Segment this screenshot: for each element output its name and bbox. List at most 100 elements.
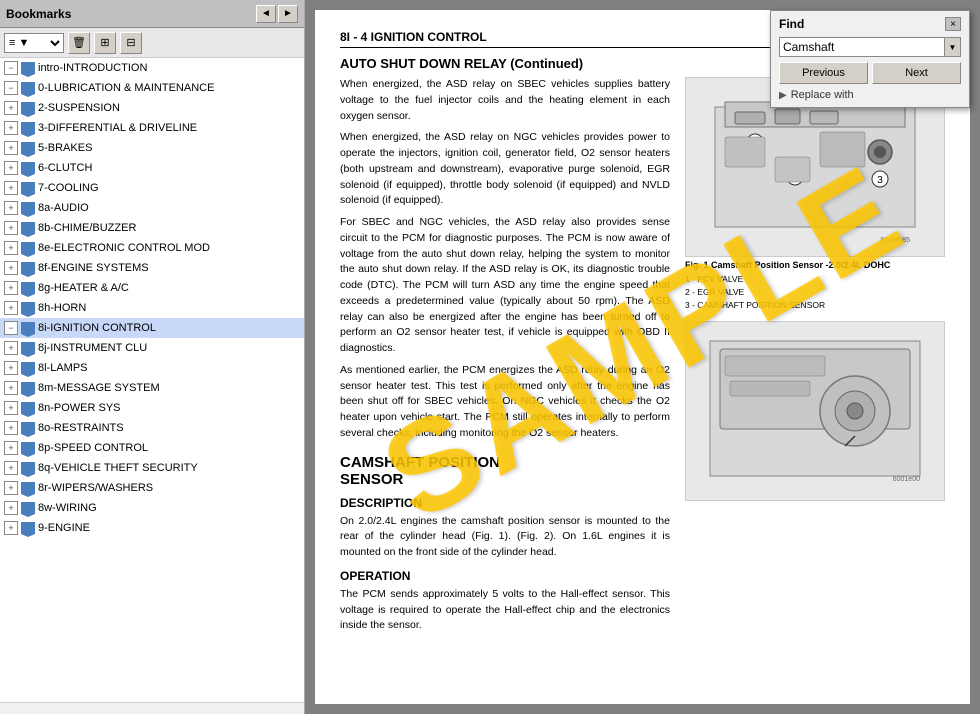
bookmark-item-8h[interactable]: +8h-HORN (0, 298, 304, 318)
bookmark-item-8a[interactable]: +8a-AUDIO (0, 198, 304, 218)
expand-icon[interactable]: + (4, 521, 18, 535)
bookmark-label: 8j-INSTRUMENT CLU (38, 342, 147, 354)
bookmark-label: 9-ENGINE (38, 522, 90, 534)
expand-icon[interactable]: + (4, 261, 18, 275)
bookmark-item-5[interactable]: +5-BRAKES (0, 138, 304, 158)
replace-label: Replace with (791, 89, 854, 101)
delete-button[interactable]: 🗑 (68, 32, 90, 54)
properties-button[interactable]: ⊞ (94, 32, 116, 54)
nav-forward-button[interactable]: ► (278, 5, 298, 23)
expand-icon[interactable]: + (4, 461, 18, 475)
bookmark-label: 2-SUSPENSION (38, 102, 120, 114)
bookmark-icon (21, 402, 35, 414)
bookmark-item-8w[interactable]: +8w-WIRING (0, 498, 304, 518)
find-dropdown-arrow[interactable]: ▼ (945, 37, 961, 57)
bookmark-item-8l[interactable]: +8l-LAMPS (0, 358, 304, 378)
expand-icon[interactable]: + (4, 281, 18, 295)
expand-icon[interactable]: + (4, 241, 18, 255)
options-button[interactable]: ⊟ (120, 32, 142, 54)
sidebar-scrollbar-bottom (0, 702, 304, 714)
expand-icon[interactable]: + (4, 501, 18, 515)
bookmark-item-intro[interactable]: −intro-INTRODUCTION (0, 58, 304, 78)
bookmark-item-9[interactable]: +9-ENGINE (0, 518, 304, 538)
expand-icon[interactable]: + (4, 441, 18, 455)
bookmark-label: 8q-VEHICLE THEFT SECURITY (38, 462, 198, 474)
expand-icon[interactable]: + (4, 301, 18, 315)
engine-diagram-2-svg: 6001e00 (695, 331, 935, 491)
bookmark-label: 8b-CHIME/BUZZER (38, 222, 136, 234)
expand-icon[interactable]: + (4, 161, 18, 175)
bookmark-icon (21, 202, 35, 214)
bookmark-label: 8i-IGNITION CONTROL (38, 322, 156, 334)
find-close-button[interactable]: × (945, 17, 961, 31)
bookmark-item-2[interactable]: +2-SUSPENSION (0, 98, 304, 118)
expand-icon[interactable]: + (4, 481, 18, 495)
bookmark-item-8j[interactable]: +8j-INSTRUMENT CLU (0, 338, 304, 358)
bookmark-label: 0-LUBRICATION & MAINTENANCE (38, 82, 214, 94)
bookmark-item-8p[interactable]: +8p-SPEED CONTROL (0, 438, 304, 458)
expand-icon[interactable]: + (4, 141, 18, 155)
bookmark-item-0[interactable]: − 0-LUBRICATION & MAINTENANCE (0, 78, 304, 98)
bookmark-item-8r[interactable]: +8r-WIPERS/WASHERS (0, 478, 304, 498)
bookmark-item-8e[interactable]: +8e-ELECTRONIC CONTROL MOD (0, 238, 304, 258)
expand-icon[interactable]: + (4, 421, 18, 435)
fig-1-caption: Fig. 1 Camshaft Position Sensor -2.0/2.4… (685, 260, 945, 270)
expand-icon[interactable]: + (4, 341, 18, 355)
bookmark-label: 8l-LAMPS (38, 362, 88, 374)
bookmark-item-6[interactable]: +6-CLUTCH (0, 158, 304, 178)
bookmark-icon (21, 182, 35, 194)
view-select[interactable]: ≡ ▼ (4, 33, 64, 53)
body-para-1: When energized, the ASD relay on SBEC ve… (340, 77, 670, 124)
expand-icon[interactable]: − (4, 81, 18, 95)
col-left: When energized, the ASD relay on SBEC ve… (340, 77, 670, 640)
bookmark-item-8q[interactable]: +8q-VEHICLE THEFT SECURITY (0, 458, 304, 478)
bookmark-icon (21, 122, 35, 134)
bookmark-item-8m[interactable]: +8m-MESSAGE SYSTEM (0, 378, 304, 398)
two-col-layout: When energized, the ASD relay on SBEC ve… (340, 77, 945, 640)
expand-icon[interactable]: + (4, 121, 18, 135)
bookmark-label: 3-DIFFERENTIAL & DRIVELINE (38, 122, 197, 134)
next-button[interactable]: Next (872, 62, 961, 84)
expand-icon[interactable]: − (4, 321, 18, 335)
previous-button[interactable]: Previous (779, 62, 868, 84)
body-para-4: As mentioned earlier, the PCM energizes … (340, 363, 670, 442)
find-buttons: Previous Next (779, 62, 961, 84)
bookmark-label: 8f-ENGINE SYSTEMS (38, 262, 149, 274)
bookmarks-list[interactable]: −intro-INTRODUCTION−0-LUBRICATION & MAIN… (0, 58, 304, 702)
find-title: Find (779, 17, 804, 31)
bookmark-item-8g[interactable]: +8g-HEATER & A/C (0, 278, 304, 298)
description-title: DESCRIPTION (340, 496, 670, 510)
expand-icon[interactable]: + (4, 221, 18, 235)
find-toolbar: Find × ▼ Previous Next ▶ Replace with (770, 10, 970, 108)
engine-diagram-svg: 1 2 3 80-0408 (695, 87, 935, 247)
bookmark-icon (21, 102, 35, 114)
expand-icon[interactable]: + (4, 181, 18, 195)
expand-icon[interactable]: + (4, 381, 18, 395)
expand-icon[interactable]: + (4, 361, 18, 375)
expand-icon[interactable]: − (4, 61, 18, 75)
nav-back-button[interactable]: ◄ (256, 5, 276, 23)
bookmark-label: 8e-ELECTRONIC CONTROL MOD (38, 242, 210, 254)
expand-icon[interactable]: + (4, 401, 18, 415)
find-input[interactable] (779, 37, 945, 57)
bookmark-item-7[interactable]: +7-COOLING (0, 178, 304, 198)
bookmark-icon (21, 82, 35, 94)
bookmark-item-8f[interactable]: +8f-ENGINE SYSTEMS (0, 258, 304, 278)
expand-icon[interactable]: + (4, 101, 18, 115)
operation-text: The PCM sends approximately 5 volts to t… (340, 587, 670, 634)
expand-icon[interactable]: + (4, 201, 18, 215)
legend-item-2: 2 - EGR VALVE (685, 286, 945, 299)
bookmark-item-8b[interactable]: +8b-CHIME/BUZZER (0, 218, 304, 238)
find-input-row: ▼ (779, 37, 961, 57)
bookmark-label: 8p-SPEED CONTROL (38, 442, 148, 454)
bookmark-icon (21, 422, 35, 434)
bookmark-item-8i[interactable]: − 8i-IGNITION CONTROL (0, 318, 304, 338)
bookmark-item-3[interactable]: +3-DIFFERENTIAL & DRIVELINE (0, 118, 304, 138)
svg-text:80-04085: 80-04085 (880, 237, 910, 244)
sidebar-header: Bookmarks ◄ ► (0, 0, 304, 28)
page-content: SAMPLE 8I - 4 IGNITION CONTROL PT AUTO S… (315, 10, 970, 704)
body-para-2: When energized, the ASD relay on NGC veh… (340, 130, 670, 209)
description-text: On 2.0/2.4L engines the camshaft positio… (340, 514, 670, 561)
bookmark-item-8o[interactable]: +8o-RESTRAINTS (0, 418, 304, 438)
bookmark-item-8n[interactable]: +8n-POWER SYS (0, 398, 304, 418)
